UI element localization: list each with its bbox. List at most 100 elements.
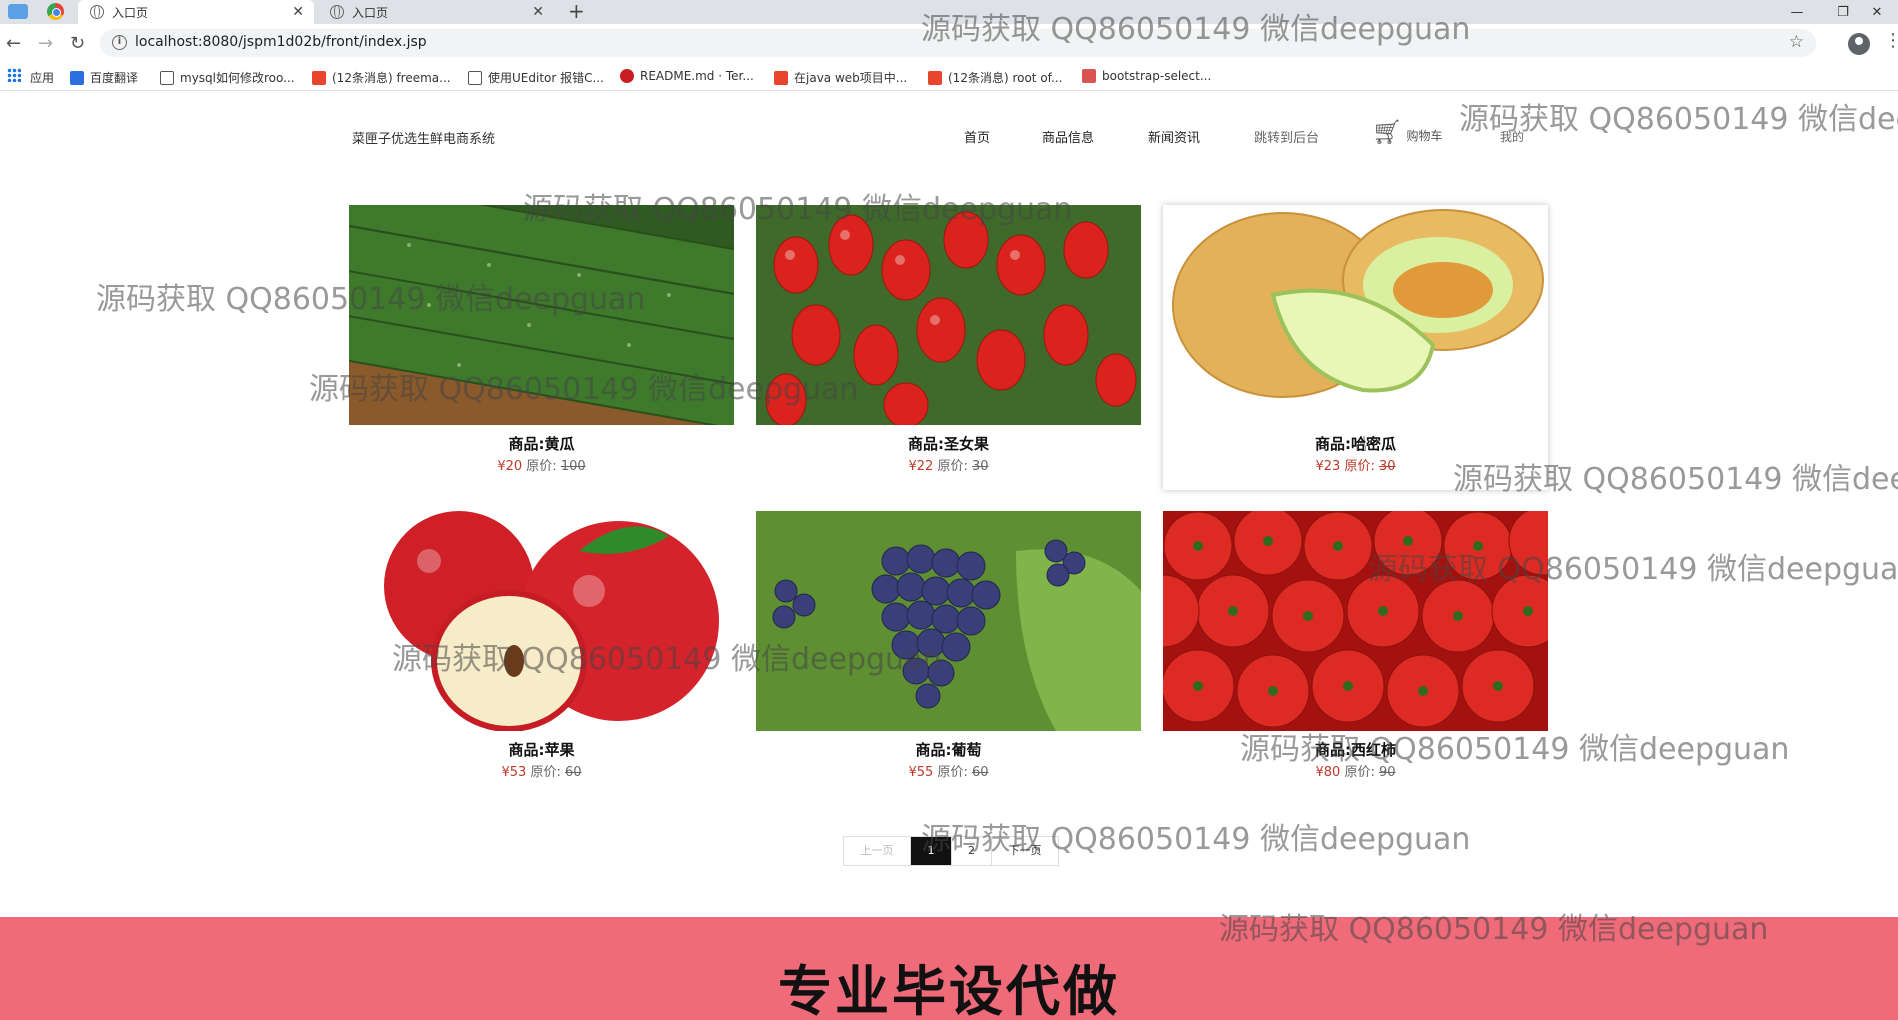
current-price: ¥80: [1315, 765, 1341, 780]
cart-label: 购物车: [1406, 129, 1443, 143]
bookmark-label: 应用: [30, 71, 55, 85]
new-tab-button[interactable]: +: [568, 0, 585, 23]
bookmark-apps[interactable]: 应用: [30, 69, 54, 86]
reload-button[interactable]: ↻: [70, 33, 85, 54]
bookmark-mysql[interactable]: mysql如何修改roo...: [160, 69, 295, 86]
bookmark-gitee[interactable]: README.md · Ter...: [620, 69, 754, 83]
original-price-label: 原价:: [530, 765, 561, 780]
chrome-icon: [47, 3, 64, 20]
product-image-cucumber[interactable]: [349, 205, 734, 425]
original-price-label: 原价:: [526, 459, 557, 474]
csdn-icon: [312, 70, 326, 85]
address-toolbar: ← → ↻ i localhost:8080/jspm1d02b/front/i…: [0, 24, 1898, 62]
product-name[interactable]: 商品:西红柿: [1163, 739, 1548, 760]
close-tab-icon[interactable]: ✕: [532, 4, 544, 20]
product-image-tomato[interactable]: [1163, 511, 1548, 731]
tab-entry-1[interactable]: 入口页 ✕: [78, 0, 314, 24]
site-brand[interactable]: 菜匣子优选生鲜电商系统: [352, 128, 495, 147]
product-price: ¥80 原价: 90: [1163, 761, 1548, 780]
bookmark-ueditor[interactable]: 使用UEditor 报错C...: [468, 69, 604, 86]
promo-text: 专业毕设代做: [778, 960, 1120, 1020]
nav-news[interactable]: 新闻资讯: [1148, 127, 1200, 146]
next-page-button[interactable]: 下一页: [992, 837, 1058, 865]
original-price: 60: [971, 765, 989, 780]
tab-title: 入口页: [352, 5, 389, 20]
promo-banner: 专业毕设代做: [0, 917, 1898, 1020]
hand-cursor-icon: ☝: [1355, 432, 1368, 456]
page-1-button[interactable]: 1: [911, 837, 952, 865]
page-2-button[interactable]: 2: [952, 837, 992, 865]
bookmark-baidu-translate[interactable]: 百度翻译: [70, 69, 138, 86]
nav-cart[interactable]: 🛒︎ 购物车: [1372, 120, 1442, 144]
back-button[interactable]: ←: [6, 33, 21, 54]
original-price: 30: [1378, 459, 1396, 474]
tab-entry-2[interactable]: 入口页 ✕: [318, 0, 554, 24]
bookmark-csdn-3[interactable]: (12条消息) root of...: [928, 69, 1062, 86]
globe-icon: [330, 5, 344, 19]
site-header: 菜匣子优选生鲜电商系统 首页 商品信息 新闻资讯 跳转到后台 🛒︎ 购物车 我的: [0, 92, 1898, 182]
tab-title: 入口页: [112, 5, 149, 20]
browser-window: { "browser": { "tabs": [{"title": "入口页"}…: [0, 0, 1898, 1020]
forward-button[interactable]: →: [38, 33, 53, 54]
menu-kebab-icon[interactable]: ⋮: [1884, 30, 1898, 51]
profile-avatar[interactable]: [1848, 33, 1870, 55]
product-card[interactable]: 商品:圣女果 ¥22 原价: 30: [756, 205, 1141, 490]
nav-admin[interactable]: 跳转到后台: [1254, 127, 1319, 146]
address-bar[interactable]: i localhost:8080/jspm1d02b/front/index.j…: [100, 29, 1816, 57]
current-price: ¥55: [908, 765, 934, 780]
pagination: 上一页 1 2 下一页: [843, 836, 1059, 866]
bookmark-label: 使用UEditor 报错C...: [488, 71, 604, 85]
original-price-label: 原价:: [1344, 765, 1375, 780]
info-icon[interactable]: i: [112, 35, 127, 50]
product-image-grape[interactable]: [756, 511, 1141, 731]
original-price-label: 原价:: [1344, 459, 1375, 474]
product-card[interactable]: 商品:苹果 ¥53 原价: 60: [349, 511, 734, 796]
prev-page-button[interactable]: 上一页: [844, 837, 911, 865]
baidu-translate-icon: [70, 70, 84, 85]
gitee-icon: [620, 69, 634, 83]
product-image-apple[interactable]: [349, 511, 734, 731]
mysql-icon: [160, 70, 174, 85]
original-price-label: 原价:: [937, 459, 968, 474]
ueditor-icon: [468, 70, 482, 85]
product-price: ¥20 原价: 100: [349, 455, 734, 474]
nav-products[interactable]: 商品信息: [1042, 127, 1094, 146]
bookmark-star-icon[interactable]: ☆: [1789, 32, 1804, 52]
mail-icon[interactable]: [8, 4, 28, 19]
bookmark-label: (12条消息) freema...: [332, 71, 451, 85]
product-card[interactable]: 商品:西红柿 ¥80 原价: 90: [1163, 511, 1548, 796]
nav-home[interactable]: 首页: [964, 127, 990, 146]
bookmark-label: README.md · Ter...: [640, 69, 754, 83]
original-price: 60: [564, 765, 582, 780]
bookmark-label: 百度翻译: [90, 71, 139, 85]
product-price: ¥23 原价: 30: [1163, 455, 1548, 474]
current-price: ¥20: [497, 459, 523, 474]
product-name[interactable]: 商品:苹果: [349, 739, 734, 760]
product-name[interactable]: 商品:葡萄: [756, 739, 1141, 760]
product-card[interactable]: 商品:葡萄 ¥55 原价: 60: [756, 511, 1141, 796]
bookmark-cnblogs[interactable]: bootstrap-select...: [1082, 69, 1211, 83]
product-price: ¥22 原价: 30: [756, 455, 1141, 474]
original-price: 100: [560, 459, 586, 474]
product-price: ¥53 原价: 60: [349, 761, 734, 780]
bookmark-label: mysql如何修改roo...: [180, 71, 295, 85]
globe-icon: [90, 5, 104, 19]
product-name[interactable]: 商品:黄瓜: [349, 433, 734, 454]
original-price: 30: [971, 459, 989, 474]
close-window-button[interactable]: ✕: [1856, 0, 1898, 24]
product-card[interactable]: 商品:黄瓜 ¥20 原价: 100: [349, 205, 734, 490]
current-price: ¥23: [1315, 459, 1341, 474]
url-text[interactable]: localhost:8080/jspm1d02b/front/index.jsp: [135, 34, 427, 50]
bookmark-label: (12条消息) root of...: [948, 71, 1063, 85]
current-price: ¥22: [908, 459, 934, 474]
product-image-cantaloupe[interactable]: [1163, 205, 1548, 425]
bookmark-label: 在java web项目中...: [794, 71, 908, 85]
close-tab-icon[interactable]: ✕: [292, 4, 304, 20]
product-image-cherry-tomato[interactable]: [756, 205, 1141, 425]
nav-mine[interactable]: 我的: [1500, 128, 1524, 145]
product-name[interactable]: 商品:圣女果: [756, 433, 1141, 454]
bookmark-csdn-2[interactable]: 在java web项目中...: [774, 69, 907, 86]
minimize-button[interactable]: —: [1774, 0, 1820, 24]
bookmark-csdn-1[interactable]: (12条消息) freema...: [312, 69, 451, 86]
bookmarks-bar: 应用 百度翻译 mysql如何修改roo... (12条消息) freema..…: [0, 62, 1898, 91]
